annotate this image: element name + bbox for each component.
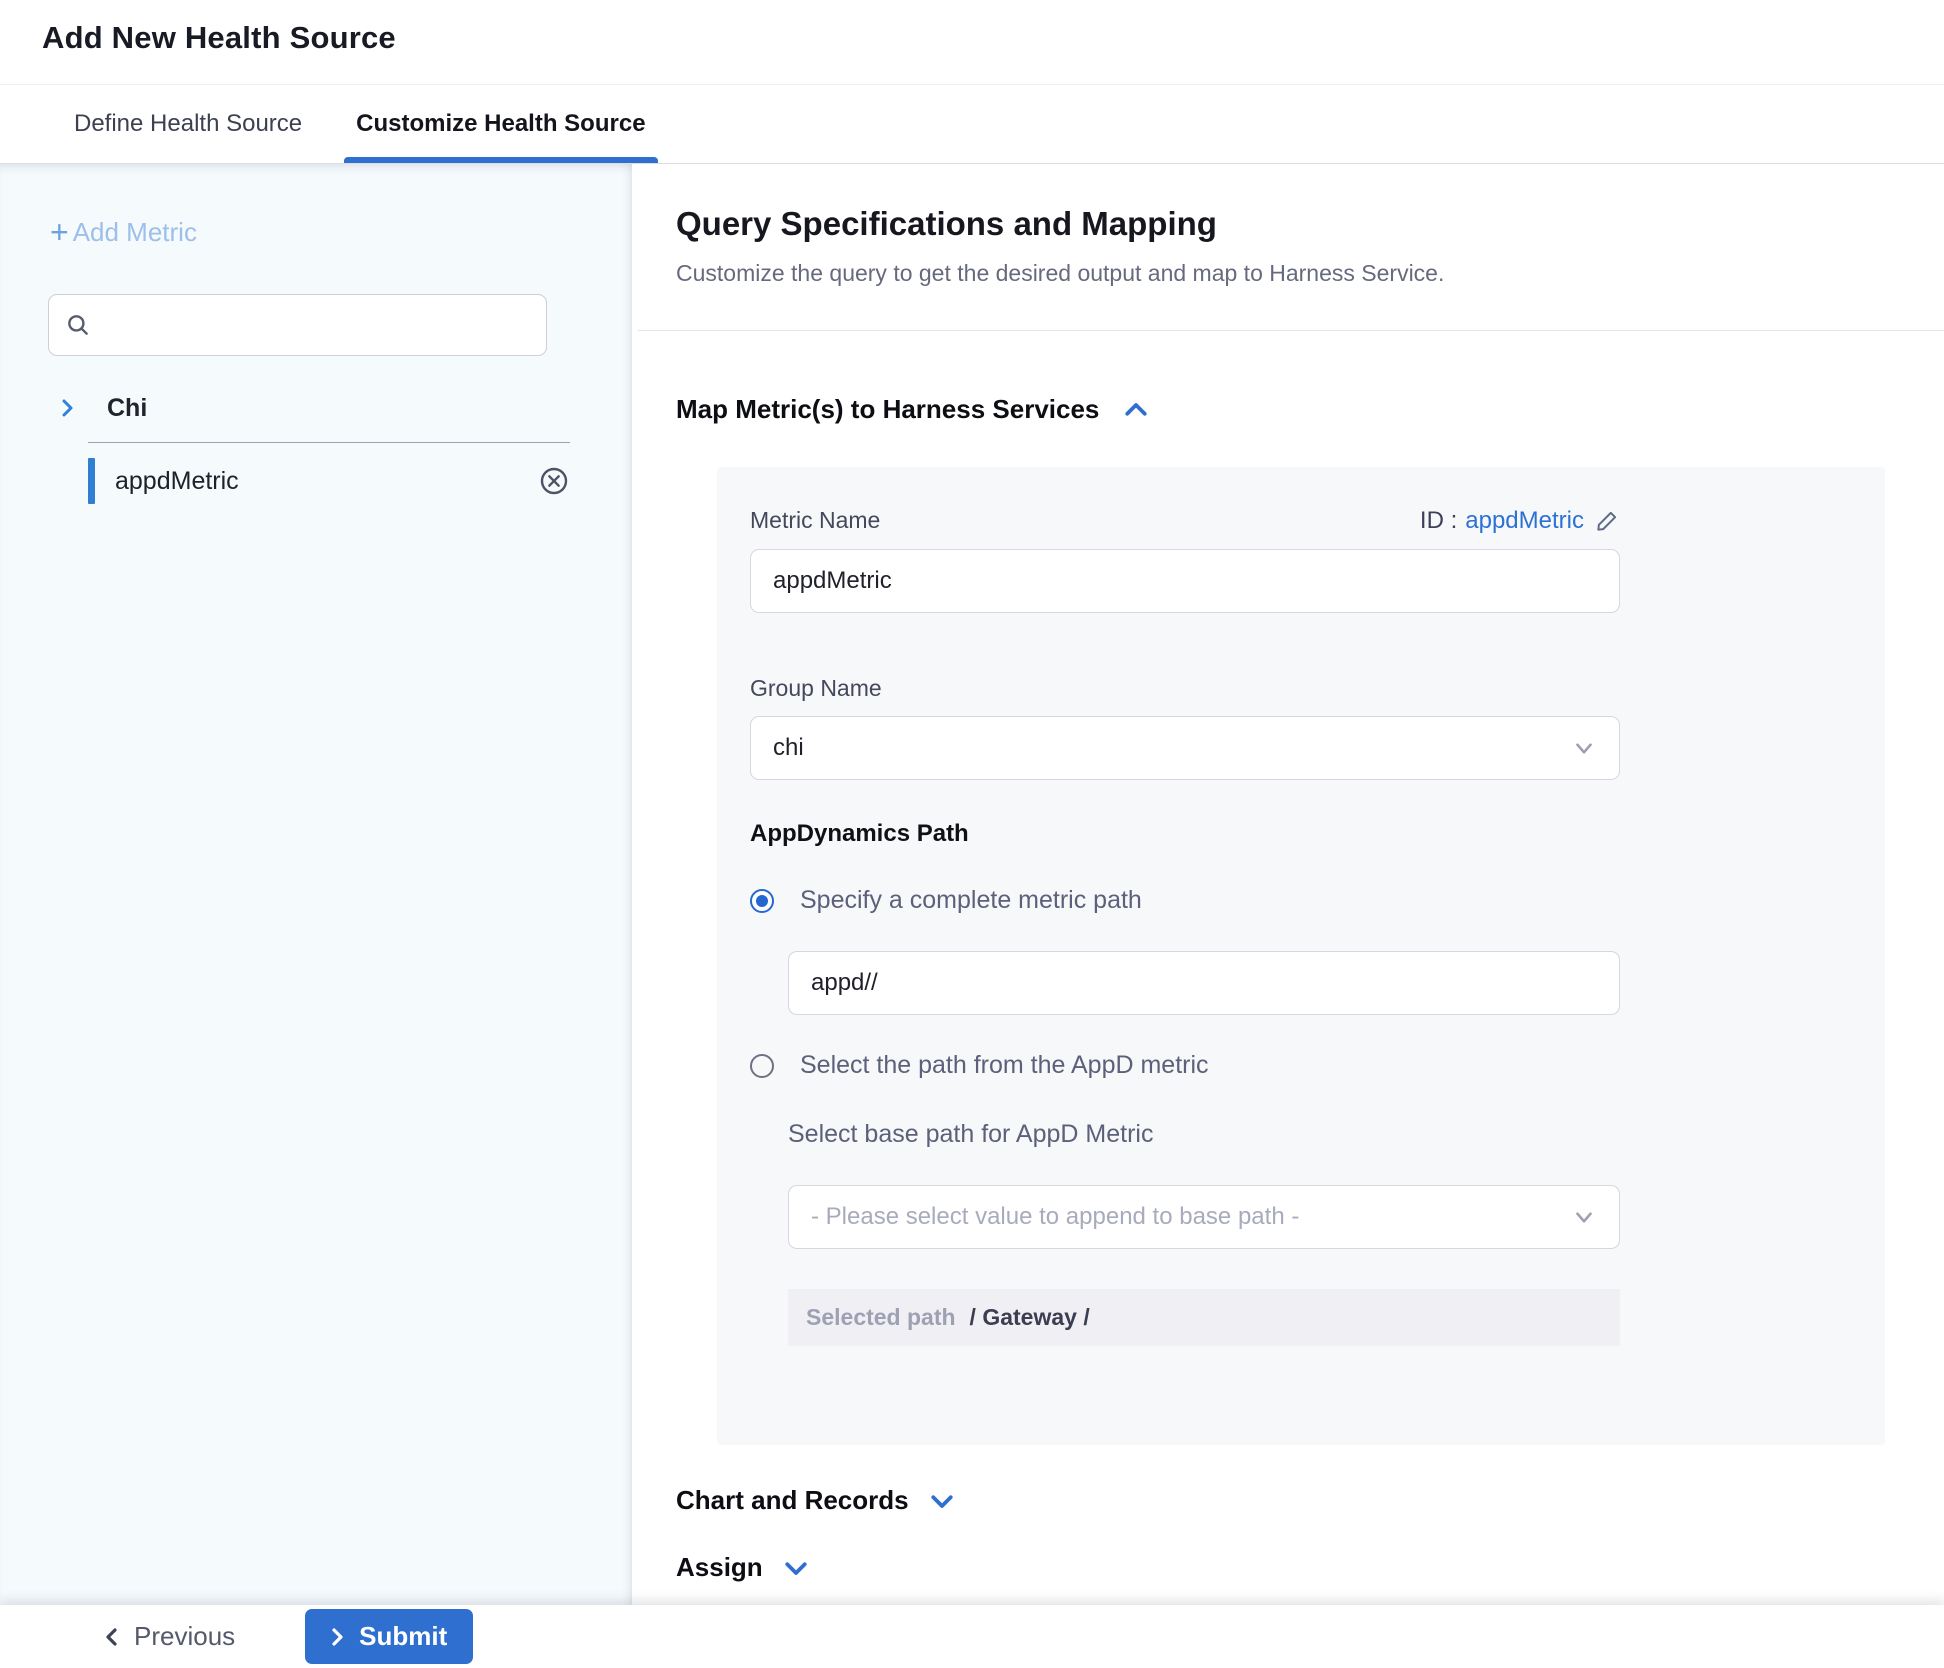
dialog-header: Add New Health Source (0, 0, 1944, 85)
chevron-right-icon (55, 396, 79, 420)
edit-pencil-icon[interactable] (1594, 508, 1620, 534)
chevron-left-icon (100, 1625, 124, 1649)
previous-button[interactable]: Previous (100, 1621, 235, 1652)
tab-label: Define Health Source (74, 110, 302, 138)
tab-customize-health-source[interactable]: Customize Health Source (344, 85, 657, 163)
page-subtitle: Customize the query to get the desired o… (676, 260, 1944, 287)
radio-select-path-label: Select the path from the AppD metric (800, 1051, 1209, 1080)
radio-complete-path-label: Specify a complete metric path (800, 886, 1142, 915)
chart-records-section-header[interactable]: Chart and Records (676, 1485, 1944, 1516)
metric-id-group: ID : appdMetric (1420, 507, 1620, 535)
sidebar-metric-appdmetric[interactable]: appdMetric (88, 455, 570, 507)
group-name: Chi (107, 394, 147, 423)
metrics-sidebar: + Add Metric Chi (0, 164, 632, 1668)
radio-complete-metric-path[interactable]: Specify a complete metric path (750, 886, 1885, 915)
submit-label: Submit (359, 1621, 447, 1652)
appdynamics-path-heading: AppDynamics Path (750, 820, 1885, 848)
plus-icon: + (50, 216, 69, 248)
chevron-down-icon (1571, 1204, 1597, 1230)
assign-title: Assign (676, 1552, 763, 1583)
base-path-placeholder: - Please select value to append to base … (811, 1203, 1299, 1231)
chevron-down-icon[interactable] (927, 1486, 957, 1516)
tab-label: Customize Health Source (356, 110, 645, 138)
chevron-down-icon (1571, 735, 1597, 761)
section-divider (638, 330, 1944, 331)
main-content: Query Specifications and Mapping Customi… (632, 164, 1944, 1668)
radio-select-appd-path[interactable]: Select the path from the AppD metric (750, 1051, 1885, 1080)
selected-path-value: / Gateway / (970, 1304, 1090, 1331)
metric-name-label: Metric Name (750, 507, 880, 534)
id-label: ID : (1420, 507, 1457, 535)
delete-metric-icon[interactable] (538, 465, 570, 497)
group-name-label: Group Name (750, 675, 1885, 702)
submit-button[interactable]: Submit (305, 1609, 473, 1664)
chart-records-title: Chart and Records (676, 1485, 909, 1516)
tab-bar: Define Health Source Customize Health So… (0, 85, 1944, 164)
add-metric-button[interactable]: + Add Metric (50, 216, 632, 248)
group-name-value: chi (773, 734, 804, 762)
base-path-select[interactable]: - Please select value to append to base … (788, 1185, 1620, 1249)
footer-bar: Previous Submit (0, 1605, 1944, 1668)
complete-metric-path-input[interactable] (788, 951, 1620, 1015)
map-metrics-section-title: Map Metric(s) to Harness Services (676, 394, 1099, 425)
metric-name-input[interactable] (750, 549, 1620, 613)
group-name-select[interactable]: chi (750, 716, 1620, 780)
map-metrics-section-header[interactable]: Map Metric(s) to Harness Services (676, 394, 1944, 425)
chevron-up-icon[interactable] (1121, 395, 1151, 425)
selected-path-label: Selected path (806, 1304, 956, 1331)
assign-section-header[interactable]: Assign (676, 1552, 1944, 1583)
id-value-link[interactable]: appdMetric (1465, 507, 1584, 535)
sidebar-group-chi[interactable]: Chi (55, 386, 632, 430)
selected-path-bar: Selected path / Gateway / (788, 1289, 1620, 1346)
metric-name-label-row: Metric Name ID : appdMetric (750, 507, 1620, 535)
base-path-label: Select base path for AppD Metric (788, 1120, 1885, 1149)
dialog-title: Add New Health Source (42, 20, 1944, 56)
metric-search-box[interactable] (48, 294, 547, 356)
dialog-body: + Add Metric Chi (0, 164, 1944, 1668)
previous-label: Previous (134, 1621, 235, 1652)
add-health-source-dialog: Add New Health Source Define Health Sour… (0, 0, 1944, 1668)
search-icon (65, 312, 91, 338)
add-metric-label: Add Metric (73, 217, 197, 248)
metric-name: appdMetric (115, 467, 538, 496)
chevron-right-icon (325, 1625, 349, 1649)
sidebar-divider (88, 442, 570, 443)
metric-mapping-panel: Metric Name ID : appdMetric Group Name (717, 467, 1885, 1445)
tab-define-health-source[interactable]: Define Health Source (62, 85, 314, 163)
radio-unselected-icon[interactable] (750, 1054, 774, 1078)
radio-selected-icon[interactable] (750, 889, 774, 913)
page-title: Query Specifications and Mapping (676, 205, 1944, 243)
selected-indicator-bar (88, 458, 95, 504)
chevron-down-icon[interactable] (781, 1553, 811, 1583)
search-input[interactable] (91, 295, 546, 355)
